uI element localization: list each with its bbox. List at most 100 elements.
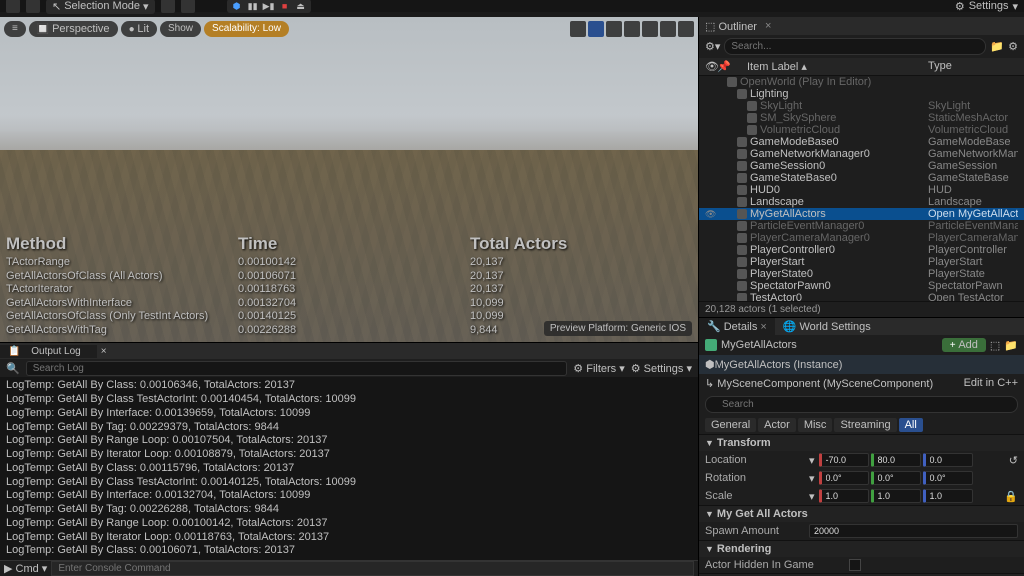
browse-icon[interactable]: 📁 <box>1004 339 1018 352</box>
filter-actor[interactable]: Actor <box>758 418 796 432</box>
console-command-input[interactable] <box>51 561 694 576</box>
selection-mode-dropdown[interactable]: ↖ Selection Mode ▾ <box>46 0 155 14</box>
section-mygetall[interactable]: ▼ My Get All Actors <box>699 506 1024 522</box>
type-column[interactable]: Type <box>928 60 1018 73</box>
section-transform[interactable]: ▼ Transform <box>699 435 1024 451</box>
outliner-row[interactable]: PlayerState0PlayerState <box>699 268 1024 280</box>
scale-z-input[interactable] <box>923 489 973 503</box>
pin-column[interactable]: 📌 <box>717 60 729 73</box>
outliner-tab[interactable]: ⬚ Outliner <box>705 20 757 33</box>
reset-icon[interactable]: ↺ <box>1009 454 1018 467</box>
settings-icon: ⚙ <box>955 0 965 13</box>
rotation-y-input[interactable] <box>871 471 921 485</box>
eject-icon[interactable]: ⏏ <box>294 0 308 12</box>
close-icon[interactable]: × <box>97 346 111 357</box>
actor-icon <box>737 221 747 231</box>
actor-icon <box>747 125 757 135</box>
filter-icon[interactable]: ⚙▾ <box>705 40 720 53</box>
add-content-icon[interactable] <box>161 0 175 13</box>
filters-dropdown[interactable]: ⚙ Filters ▾ <box>573 362 624 375</box>
outliner-row[interactable]: HUD0HUD <box>699 184 1024 196</box>
outliner-row[interactable]: TestActor0Open TestActor <box>699 292 1024 301</box>
visibility-column[interactable]: 👁 <box>705 60 717 73</box>
chevron-down-icon[interactable]: ▾ <box>809 490 815 503</box>
gizmo-move-icon[interactable] <box>588 21 604 37</box>
location-y-input[interactable] <box>871 453 921 467</box>
snap-icon[interactable] <box>642 21 658 37</box>
outliner-row[interactable]: 👁MyGetAllActorsOpen MyGetAllActors <box>699 208 1024 220</box>
location-x-input[interactable] <box>819 453 869 467</box>
folder-icon[interactable]: 📁 <box>990 40 1004 53</box>
gizmo-rotate-icon[interactable] <box>606 21 622 37</box>
actor-hidden-checkbox[interactable] <box>849 559 861 571</box>
viewport[interactable]: ≡ 🔲 Perspective ● Lit Show Scalability: … <box>0 17 698 342</box>
edit-bp-icon[interactable]: ⬚ <box>990 339 1000 352</box>
component-name[interactable]: ↳ MySceneComponent (MySceneComponent) <box>705 377 933 390</box>
show-dropdown[interactable]: Show <box>160 21 201 37</box>
add-component-button[interactable]: + Add <box>942 338 986 352</box>
actor-icon <box>737 293 747 301</box>
outliner-row[interactable]: VolumetricCloudVolumetricCloud <box>699 124 1024 136</box>
outliner-row[interactable]: Lighting <box>699 88 1024 100</box>
step-icon[interactable]: ▶▮ <box>262 0 276 12</box>
settings-dropdown[interactable]: Settings <box>969 0 1009 12</box>
outliner-row[interactable]: GameNetworkManager0GameNetworkManager <box>699 148 1024 160</box>
gizmo-scale-icon[interactable] <box>624 21 640 37</box>
save-icon[interactable] <box>26 0 40 13</box>
rotation-z-input[interactable] <box>923 471 973 485</box>
close-icon[interactable]: × <box>765 20 771 32</box>
maximize-icon[interactable] <box>678 21 694 37</box>
outliner-row[interactable]: SpectatorPawn0SpectatorPawn <box>699 280 1024 292</box>
chevron-down-icon[interactable]: ▾ <box>809 472 815 485</box>
lock-icon[interactable]: 🔒 <box>1004 490 1018 503</box>
close-icon[interactable]: × <box>760 321 766 333</box>
log-search-input[interactable] <box>26 361 568 376</box>
actor-icon <box>747 113 757 123</box>
spawn-amount-input[interactable] <box>809 524 1018 538</box>
outliner-row[interactable]: PlayerController0PlayerController <box>699 244 1024 256</box>
outliner-row[interactable]: PlayerCameraManager0PlayerCameraManager <box>699 232 1024 244</box>
stop-icon[interactable]: ■ <box>278 0 292 12</box>
outliner-row[interactable]: GameStateBase0GameStateBase <box>699 172 1024 184</box>
stat-method: GetAllActorsOfClass (All Actors) <box>6 271 236 283</box>
scalability-button[interactable]: Scalability: Low <box>204 21 289 37</box>
location-z-input[interactable] <box>923 453 973 467</box>
camera-speed-icon[interactable] <box>660 21 676 37</box>
perspective-dropdown[interactable]: 🔲 Perspective <box>29 21 118 37</box>
pie-icon[interactable]: ⬢ <box>230 0 244 12</box>
lit-dropdown[interactable]: ● Lit <box>121 21 157 37</box>
details-search-input[interactable] <box>705 396 1018 413</box>
log-settings-dropdown[interactable]: ⚙ Settings ▾ <box>631 362 692 375</box>
viewport-menu[interactable]: ≡ <box>4 21 26 37</box>
filter-streaming[interactable]: Streaming <box>834 418 896 432</box>
outliner-tree[interactable]: OpenWorld (Play In Editor)LightingSkyLig… <box>699 76 1024 301</box>
gizmo-select-icon[interactable] <box>570 21 586 37</box>
tab-world-settings[interactable]: 🌐 World Settings <box>775 318 879 335</box>
actor-icon <box>737 269 747 279</box>
tab-details[interactable]: 🔧 Details × <box>699 318 775 335</box>
outliner-row[interactable]: SkyLightSkyLight <box>699 100 1024 112</box>
outliner-row[interactable]: GameSession0GameSession <box>699 160 1024 172</box>
section-rendering[interactable]: ▼ Rendering <box>699 541 1024 557</box>
outliner-row[interactable]: SM_SkySphereStaticMeshActor <box>699 112 1024 124</box>
filter-all[interactable]: All <box>899 418 923 432</box>
outliner-row[interactable]: PlayerStartPlayerStart <box>699 256 1024 268</box>
scale-x-input[interactable] <box>819 489 869 503</box>
outliner-row[interactable]: OpenWorld (Play In Editor) <box>699 76 1024 88</box>
outliner-search-input[interactable] <box>724 38 986 55</box>
chevron-down-icon[interactable]: ▾ <box>809 454 815 467</box>
filter-general[interactable]: General <box>705 418 756 432</box>
outliner-row[interactable]: GameModeBase0GameModeBase <box>699 136 1024 148</box>
menu-icon[interactable] <box>6 0 20 13</box>
outliner-row[interactable]: ParticleEventManager0ParticleEventManage… <box>699 220 1024 232</box>
output-log-tab[interactable]: 📋 Output Log <box>0 345 97 358</box>
pause-icon[interactable]: ▮▮ <box>246 0 260 12</box>
gear-icon[interactable]: ⚙ <box>1008 40 1018 53</box>
marketplace-icon[interactable] <box>181 0 195 13</box>
filter-misc[interactable]: Misc <box>798 418 833 432</box>
rotation-x-input[interactable] <box>819 471 869 485</box>
outliner-row[interactable]: LandscapeLandscape <box>699 196 1024 208</box>
edit-cpp-link[interactable]: Edit in C++ <box>964 377 1018 390</box>
scale-y-input[interactable] <box>871 489 921 503</box>
item-label-column[interactable]: Item Label ▴ <box>729 60 928 73</box>
